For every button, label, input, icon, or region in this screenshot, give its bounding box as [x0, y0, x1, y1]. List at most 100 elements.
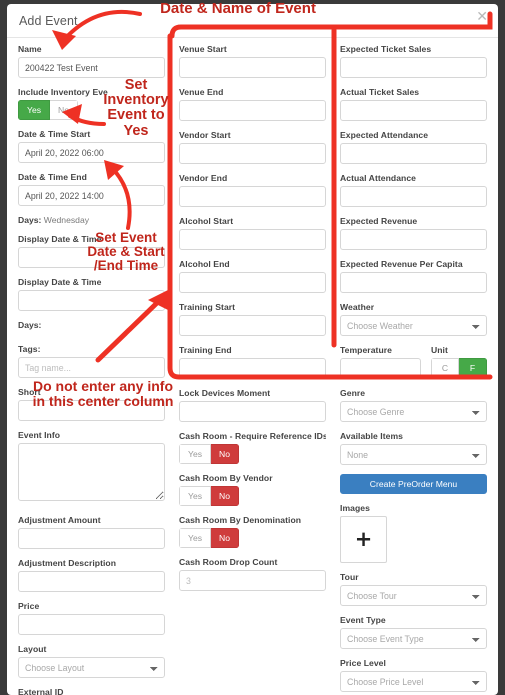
- field-name: Name: [18, 44, 165, 78]
- genre-select[interactable]: Choose Genre: [340, 401, 487, 422]
- expected-revenue-per-capita-input[interactable]: [340, 272, 487, 293]
- available-items-label: Available Items: [340, 431, 404, 441]
- cash-room-by-vendor-yes[interactable]: Yes: [179, 486, 212, 506]
- expected-revenue-input[interactable]: [340, 229, 487, 250]
- cash-room-by-denomination-label: Cash Room By Denomination: [179, 515, 302, 525]
- short-input[interactable]: [18, 400, 165, 421]
- training-start-input[interactable]: [179, 315, 326, 336]
- temperature-unit-row: Temperature Unit C F: [340, 345, 487, 388]
- create-preorder-menu-button[interactable]: Create PreOrder Menu: [340, 474, 487, 494]
- alcohol-end-input[interactable]: [179, 272, 326, 293]
- include-inventory-yes[interactable]: Yes: [18, 100, 51, 120]
- plus-icon: +: [354, 527, 373, 551]
- venue-end-input[interactable]: [179, 100, 326, 121]
- field-expected-ticket-sales: Expected Ticket Sales: [340, 44, 487, 78]
- display-datetime-2-input[interactable]: [18, 290, 165, 311]
- unit-celsius[interactable]: C: [431, 358, 459, 378]
- field-alcohol-end: Alcohol End: [179, 259, 326, 293]
- modal-body: Name Include Inventory Eve Yes No Date &…: [7, 38, 498, 695]
- expected-attendance-label: Expected Attendance: [340, 130, 429, 140]
- vendor-end-label: Vendor End: [179, 173, 228, 183]
- expected-ticket-sales-input[interactable]: [340, 57, 487, 78]
- cash-room-drop-count-label: Cash Room Drop Count: [179, 557, 278, 567]
- vendor-end-input[interactable]: [179, 186, 326, 207]
- datetime-start-label: Date & Time Start: [18, 129, 91, 139]
- tour-label: Tour: [340, 572, 359, 582]
- unit-fahrenheit[interactable]: F: [459, 358, 487, 378]
- event-info-textarea[interactable]: [18, 443, 165, 501]
- cash-room-by-vendor-no[interactable]: No: [211, 486, 240, 506]
- field-price-level: Price Level Choose Price Level: [340, 658, 487, 692]
- display-datetime-1-input[interactable]: [18, 247, 165, 268]
- available-items-select[interactable]: None: [340, 444, 487, 465]
- cash-room-by-denomination-no[interactable]: No: [211, 528, 240, 548]
- adjustment-description-input[interactable]: [18, 571, 165, 592]
- modal-header: Add Event ✕: [7, 4, 498, 38]
- include-inventory-toggle[interactable]: Yes No: [18, 100, 79, 120]
- adjustment-amount-label: Adjustment Amount: [18, 515, 101, 525]
- price-level-select[interactable]: Choose Price Level: [340, 671, 487, 692]
- right-column: Expected Ticket Sales Actual Ticket Sale…: [333, 44, 494, 694]
- expected-attendance-input[interactable]: [340, 143, 487, 164]
- price-input[interactable]: [18, 614, 165, 635]
- cash-room-reference-ids-no[interactable]: No: [211, 444, 240, 464]
- temperature-label: Temperature: [340, 345, 392, 355]
- weather-select[interactable]: Choose Weather: [340, 315, 487, 336]
- layout-select[interactable]: Choose Layout: [18, 657, 165, 678]
- genre-label: Genre: [340, 388, 366, 398]
- field-tags: Tags:: [18, 344, 165, 378]
- field-cash-room-by-denomination: Cash Room By Denomination Yes No: [179, 515, 326, 548]
- cash-room-reference-ids-toggle[interactable]: Yes No: [179, 444, 240, 464]
- event-type-select[interactable]: Choose Event Type: [340, 628, 487, 649]
- display-datetime-2-label: Display Date & Time: [18, 277, 102, 287]
- field-actual-ticket-sales: Actual Ticket Sales: [340, 87, 487, 121]
- venue-start-label: Venue Start: [179, 44, 227, 54]
- cash-room-by-denomination-yes[interactable]: Yes: [179, 528, 212, 548]
- actual-ticket-sales-input[interactable]: [340, 100, 487, 121]
- add-image-button[interactable]: +: [340, 516, 387, 563]
- field-images: Images +: [340, 503, 487, 563]
- days-1-value: Wednesday: [43, 215, 90, 225]
- center-column: Venue Start Venue End Vendor Start Vendo…: [172, 44, 333, 694]
- price-label: Price: [18, 601, 40, 611]
- cash-room-drop-count-input[interactable]: [179, 570, 326, 591]
- training-start-label: Training Start: [179, 302, 236, 312]
- actual-attendance-input[interactable]: [340, 186, 487, 207]
- cash-room-by-denomination-toggle[interactable]: Yes No: [179, 528, 240, 548]
- field-short: Short: [18, 387, 165, 421]
- datetime-end-label: Date & Time End: [18, 172, 87, 182]
- field-datetime-start: Date & Time Start: [18, 129, 165, 163]
- field-expected-attendance: Expected Attendance: [340, 130, 487, 164]
- field-unit: Unit C F: [431, 345, 487, 379]
- include-inventory-no[interactable]: No: [50, 100, 79, 120]
- training-end-input[interactable]: [179, 358, 326, 379]
- field-display-datetime-1: Display Date & Time: [18, 234, 165, 268]
- vendor-start-input[interactable]: [179, 143, 326, 164]
- cash-room-by-vendor-label: Cash Room By Vendor: [179, 473, 273, 483]
- cash-room-by-vendor-toggle[interactable]: Yes No: [179, 486, 240, 506]
- field-event-info: Event Info: [18, 430, 165, 506]
- tour-select[interactable]: Choose Tour: [340, 585, 487, 606]
- unit-toggle[interactable]: C F: [431, 358, 487, 378]
- field-cash-room-drop-count: Cash Room Drop Count: [179, 557, 326, 591]
- close-icon[interactable]: ✕: [476, 10, 488, 24]
- venue-end-label: Venue End: [179, 87, 224, 97]
- field-cash-room-reference-ids: Cash Room - Require Reference IDs Yes No: [179, 431, 326, 464]
- lock-devices-moment-input[interactable]: [179, 401, 326, 422]
- adjustment-amount-input[interactable]: [18, 528, 165, 549]
- alcohol-start-input[interactable]: [179, 229, 326, 250]
- field-cash-room-by-vendor: Cash Room By Vendor Yes No: [179, 473, 326, 506]
- datetime-end-input[interactable]: [18, 185, 165, 206]
- venue-start-input[interactable]: [179, 57, 326, 78]
- tags-input[interactable]: [18, 357, 165, 378]
- field-temperature: Temperature: [340, 345, 421, 379]
- cash-room-reference-ids-yes[interactable]: Yes: [179, 444, 212, 464]
- vendor-start-label: Vendor Start: [179, 130, 231, 140]
- page-title: Add Event: [19, 14, 78, 28]
- name-input[interactable]: [18, 57, 165, 78]
- datetime-start-input[interactable]: [18, 142, 165, 163]
- field-adjustment-description: Adjustment Description: [18, 558, 165, 592]
- temperature-input[interactable]: [340, 358, 421, 379]
- alcohol-start-label: Alcohol Start: [179, 216, 234, 226]
- external-id-label: External ID: [18, 687, 64, 695]
